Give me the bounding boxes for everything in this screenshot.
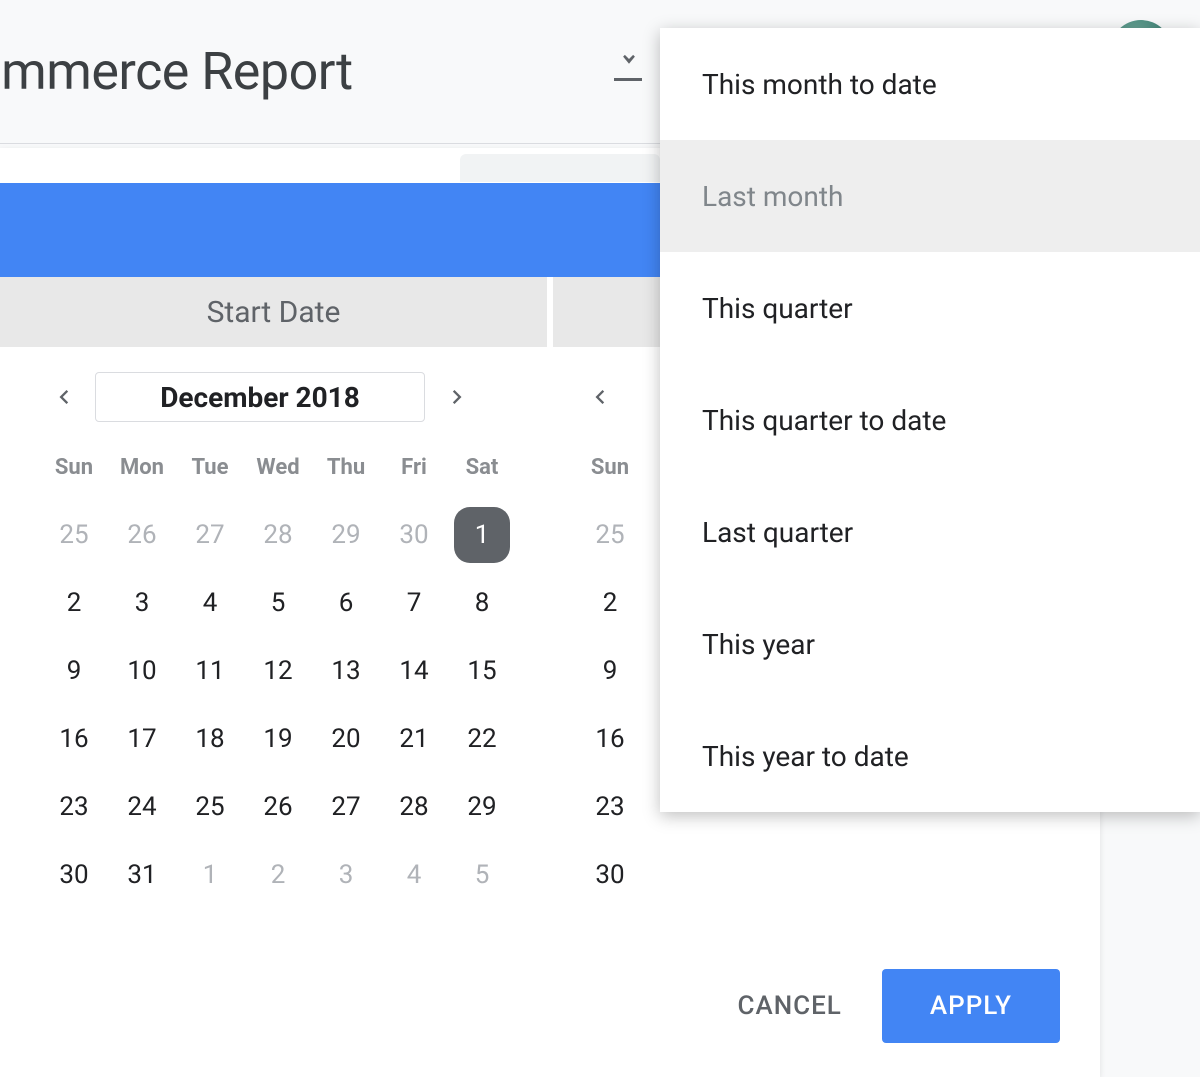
day-header: Fri bbox=[380, 433, 448, 501]
calendar-nav bbox=[576, 367, 644, 427]
calendar-day[interactable]: 25 bbox=[576, 501, 644, 569]
calendar-day[interactable]: 22 bbox=[448, 705, 516, 773]
month-select[interactable]: December 2018 bbox=[95, 372, 425, 422]
preset-option[interactable]: Last month bbox=[660, 140, 1200, 252]
calendar-day[interactable]: 23 bbox=[40, 773, 108, 841]
calendar-day[interactable]: 27 bbox=[176, 501, 244, 569]
calendar-day[interactable]: 3 bbox=[108, 569, 176, 637]
calendar-day[interactable]: 7 bbox=[380, 569, 448, 637]
calendar-day[interactable]: 18 bbox=[176, 705, 244, 773]
calendar-day[interactable]: 29 bbox=[448, 773, 516, 841]
calendar-day[interactable]: 3 bbox=[312, 841, 380, 909]
calendar-day[interactable]: 4 bbox=[176, 569, 244, 637]
calendar-day[interactable]: 21 bbox=[380, 705, 448, 773]
day-header: Thu bbox=[312, 433, 380, 501]
preset-option[interactable]: Last quarter bbox=[660, 476, 1200, 588]
calendar-nav: December 2018 bbox=[40, 367, 516, 427]
calendar-day[interactable]: 6 bbox=[312, 569, 380, 637]
calendar-day[interactable]: 5 bbox=[244, 569, 312, 637]
day-header: Wed bbox=[244, 433, 312, 501]
calendar-day[interactable]: 2 bbox=[40, 569, 108, 637]
day-header: Sat bbox=[448, 433, 516, 501]
calendar-day[interactable]: 26 bbox=[244, 773, 312, 841]
calendar-day[interactable]: 31 bbox=[108, 841, 176, 909]
prev-month-button[interactable] bbox=[576, 375, 621, 420]
calendar-day[interactable]: 20 bbox=[312, 705, 380, 773]
preset-option[interactable]: This quarter to date bbox=[660, 364, 1200, 476]
calendar-day[interactable]: 28 bbox=[244, 501, 312, 569]
calendar-day[interactable]: 26 bbox=[108, 501, 176, 569]
calendar-day[interactable]: 16 bbox=[576, 705, 644, 773]
preset-option[interactable]: This year to date bbox=[660, 700, 1200, 812]
calendar-day[interactable]: 19 bbox=[244, 705, 312, 773]
calendar-day[interactable]: 1 bbox=[454, 507, 510, 563]
calendar-day[interactable]: 25 bbox=[40, 501, 108, 569]
calendar-day[interactable]: 28 bbox=[380, 773, 448, 841]
calendar-day[interactable]: 15 bbox=[448, 637, 516, 705]
prev-month-button[interactable] bbox=[40, 375, 85, 420]
calendar-day[interactable]: 5 bbox=[448, 841, 516, 909]
download-icon[interactable] bbox=[614, 42, 644, 78]
cancel-button[interactable]: CANCEL bbox=[737, 991, 841, 1021]
start-date-tab[interactable]: Start Date bbox=[0, 277, 547, 347]
calendar-day[interactable]: 9 bbox=[576, 637, 644, 705]
calendar-day[interactable]: 9 bbox=[40, 637, 108, 705]
calendar-day[interactable]: 17 bbox=[108, 705, 176, 773]
preset-option[interactable]: This year bbox=[660, 588, 1200, 700]
calendar-day[interactable]: 1 bbox=[176, 841, 244, 909]
next-month-button[interactable] bbox=[435, 375, 480, 420]
end-calendar: Sun2529162330 bbox=[576, 367, 644, 909]
preset-option[interactable]: This quarter bbox=[660, 252, 1200, 364]
calendar-day[interactable]: 10 bbox=[108, 637, 176, 705]
start-calendar: December 2018 SunMonTueWedThuFriSat25262… bbox=[40, 367, 516, 909]
calendar-day[interactable]: 23 bbox=[576, 773, 644, 841]
apply-button[interactable]: APPLY bbox=[882, 969, 1060, 1043]
calendar-day[interactable]: 2 bbox=[244, 841, 312, 909]
page-title: ommerce Report bbox=[0, 41, 353, 102]
calendar-day[interactable]: 2 bbox=[576, 569, 644, 637]
day-header: Sun bbox=[40, 433, 108, 501]
calendar-day[interactable]: 30 bbox=[380, 501, 448, 569]
calendar-day[interactable]: 30 bbox=[40, 841, 108, 909]
calendar-day[interactable]: 4 bbox=[380, 841, 448, 909]
calendar-day[interactable]: 12 bbox=[244, 637, 312, 705]
panel-footer: CANCEL APPLY bbox=[0, 939, 1100, 1077]
day-header: Mon bbox=[108, 433, 176, 501]
preset-option[interactable]: This month to date bbox=[660, 28, 1200, 140]
calendar-day[interactable]: 25 bbox=[176, 773, 244, 841]
day-header: Tue bbox=[176, 433, 244, 501]
calendar-day[interactable]: 24 bbox=[108, 773, 176, 841]
calendar-grid: SunMonTueWedThuFriSat2526272829301234567… bbox=[40, 433, 516, 909]
calendar-day[interactable]: 14 bbox=[380, 637, 448, 705]
calendar-day[interactable]: 30 bbox=[576, 841, 644, 909]
calendar-grid: Sun2529162330 bbox=[576, 433, 644, 909]
calendar-day[interactable]: 27 bbox=[312, 773, 380, 841]
calendar-day[interactable]: 16 bbox=[40, 705, 108, 773]
date-preset-menu: This month to dateLast monthThis quarter… bbox=[660, 28, 1200, 812]
calendar-day[interactable]: 29 bbox=[312, 501, 380, 569]
calendar-day[interactable]: 13 bbox=[312, 637, 380, 705]
calendar-day[interactable]: 8 bbox=[448, 569, 516, 637]
calendar-day[interactable]: 11 bbox=[176, 637, 244, 705]
day-header: Sun bbox=[576, 433, 644, 501]
